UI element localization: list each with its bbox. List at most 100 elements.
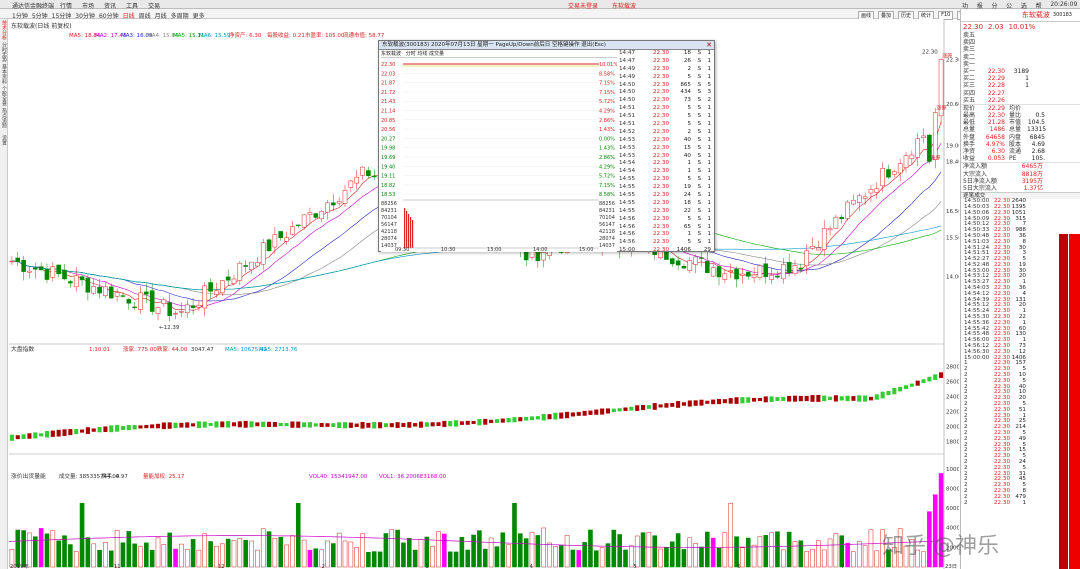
index-candle — [442, 420, 447, 427]
volume-bar — [506, 544, 511, 568]
left-tab[interactable]: 设置 — [1, 129, 8, 151]
stat-row: 最高 22.30 量比 0.5 — [963, 112, 1080, 119]
popup-vol-bar — [410, 217, 412, 248]
tape-cell: 22.30 — [993, 499, 1010, 506]
left-tab[interactable]: 热点追踪 — [1, 107, 8, 129]
popup-tick-row[interactable]: 14:55 22.30 5 S 1 — [619, 176, 714, 184]
index-candle — [191, 423, 196, 427]
popup-tick-row[interactable]: 14:49 22.30 2 S 1 — [619, 66, 714, 74]
close-icon[interactable]: ✕ — [706, 41, 712, 49]
popup-tick-row[interactable]: 14:54 22.30 1 S 1 — [619, 160, 714, 168]
popup-tick-cell: 22.30 — [652, 97, 669, 104]
volume-bar — [260, 528, 266, 568]
order-book-label: 卖三 — [963, 46, 976, 54]
stat-label: 内盘 — [1009, 133, 1022, 141]
popup-tick-row[interactable]: 14:55 22.30 22 S 1 — [619, 208, 714, 216]
popup-tick-row[interactable]: 14:49 22.30 5 S 1 — [619, 74, 714, 82]
volume-bar — [196, 549, 202, 568]
volume-bar — [149, 549, 155, 568]
volume-bar — [430, 546, 435, 568]
popup-tick-cell: 14:53 — [619, 136, 636, 143]
popup-tick-cell: 22.30 — [652, 160, 669, 167]
index-candle — [576, 411, 581, 416]
popup-tick-row[interactable]: 14:54 22.30 1 S 1 — [619, 168, 714, 176]
index-candle — [401, 423, 406, 427]
index-legend-item: 涨家: 775.00 — [123, 345, 157, 353]
left-tab[interactable]: 基本资料 — [1, 63, 8, 85]
index-candle — [769, 396, 774, 402]
popup-tick-row[interactable]: 14:55 22.30 18 S 1 — [619, 200, 714, 208]
popup-tick-row[interactable]: 14:50 22.30 865 S 5 — [619, 82, 714, 90]
order-book-qty: 1 — [1025, 82, 1029, 90]
index-candle — [792, 395, 798, 402]
index-candle — [74, 429, 79, 435]
popup-tick-row[interactable]: 14:47 22.30 26 S 1 — [619, 58, 714, 66]
stat-value: 13315 — [1027, 126, 1047, 134]
popup-tick-cell: 18 — [683, 50, 691, 56]
popup-tick-row[interactable]: 14:56 22.30 5 S 1 — [619, 239, 714, 247]
volume-bar — [547, 542, 552, 568]
popup-price-label: 20.56 — [381, 127, 395, 133]
index-candle — [278, 422, 283, 427]
index-candle — [150, 424, 155, 429]
popup-tick-row[interactable]: 14:53 22.30 40 S 1 — [619, 137, 714, 145]
left-tab[interactable]: 个股全景 — [1, 85, 8, 107]
popup-tick-row[interactable]: 14:53 22.30 15 S 1 — [619, 145, 714, 153]
order-book-row: 买二 22.29 1 — [963, 75, 1080, 82]
popup-tick-row[interactable]: 14:51 22.30 5 S 1 — [619, 113, 714, 121]
volume-bar — [126, 531, 132, 568]
tape-volume-bar — [1069, 234, 1080, 569]
index-candle — [670, 403, 675, 407]
popup-tick-row[interactable]: 14:53 22.30 40 S 1 — [619, 153, 714, 161]
popup-tick-cell: 14:55 — [619, 184, 636, 191]
popup-tick-cell: 14:56 — [619, 215, 636, 222]
popup-vol-bar — [412, 220, 414, 248]
popup-tick-row[interactable]: 15:00 22.30 1406 29 — [619, 247, 714, 255]
index-candle — [605, 408, 611, 414]
index-candle — [845, 395, 850, 402]
popup-pct-label: 2.86% — [599, 118, 615, 124]
popup-tick-row[interactable]: 14:56 22.30 1 S 1 — [619, 231, 714, 239]
popup-tick-cell: 1 — [687, 160, 691, 167]
volume-bar — [874, 550, 880, 568]
popup-tick-cell: 2 — [707, 97, 711, 104]
stat-label: 收益 — [963, 155, 976, 163]
volume-legend-item: VOL1: 36.2006E3168.00 — [379, 474, 447, 480]
price-tick-label: 20.60 — [946, 102, 959, 108]
volume-bar — [699, 546, 704, 568]
popup-tick-row[interactable]: 14:56 22.30 5 S 1 — [619, 216, 714, 224]
volume-bar — [284, 544, 289, 568]
popup-tick-row[interactable]: 14:55 22.30 24 S 1 — [619, 192, 714, 200]
index-candle — [822, 395, 827, 402]
volume-bar — [348, 541, 354, 568]
left-tab[interactable]: 技术分析 — [1, 19, 8, 41]
volume-bar — [541, 527, 546, 568]
volume-bar — [108, 550, 114, 568]
popup-tick-row[interactable]: 14:51 22.30 5 S 1 — [619, 121, 714, 129]
index-candle — [448, 421, 453, 427]
popup-tick-cell: 22.30 — [652, 247, 669, 254]
popup-price-label: 19.69 — [381, 155, 395, 161]
intraday-popup[interactable]: 东软载波(300183) 2020年07月13日 星期一 PageUp/Down… — [378, 40, 715, 255]
popup-tick-list[interactable]: 14:47 22.30 18 S 1 14:47 22.30 26 S 1 14:49 22.30 2 S… — [619, 50, 714, 255]
popup-tick-row[interactable]: 14:51 22.30 5 S 1 — [619, 105, 714, 113]
popup-tick-cell: 65 — [683, 223, 691, 230]
popup-tick-cell: 1 — [707, 184, 711, 191]
index-candle — [623, 407, 628, 411]
volume-bar — [167, 532, 172, 568]
date-tick-label: 7 — [841, 564, 844, 569]
popup-tick-cell: 22.30 — [652, 231, 669, 238]
popup-tick-row[interactable]: 14:56 22.30 65 S 1 — [619, 224, 714, 232]
popup-tick-row[interactable]: 14:50 22.30 73 S 2 — [619, 97, 714, 105]
popup-tick-cell: 1 — [707, 50, 711, 56]
left-tab[interactable]: 分时走势 — [1, 41, 8, 63]
popup-tick-cell: 1 — [707, 105, 711, 112]
popup-tick-row[interactable]: 14:55 22.30 19 S 1 — [619, 184, 714, 192]
popup-tick-row[interactable]: 14:47 22.30 18 S 1 — [619, 50, 714, 58]
popup-tick-row[interactable]: 14:50 22.30 434 S 3 — [619, 89, 714, 97]
order-book-price — [981, 32, 1005, 39]
volume-bar — [553, 546, 558, 568]
popup-tick-row[interactable]: 14:52 22.30 2 S 1 — [619, 129, 714, 137]
volume-bar — [354, 547, 359, 568]
volume-bar — [360, 533, 365, 568]
